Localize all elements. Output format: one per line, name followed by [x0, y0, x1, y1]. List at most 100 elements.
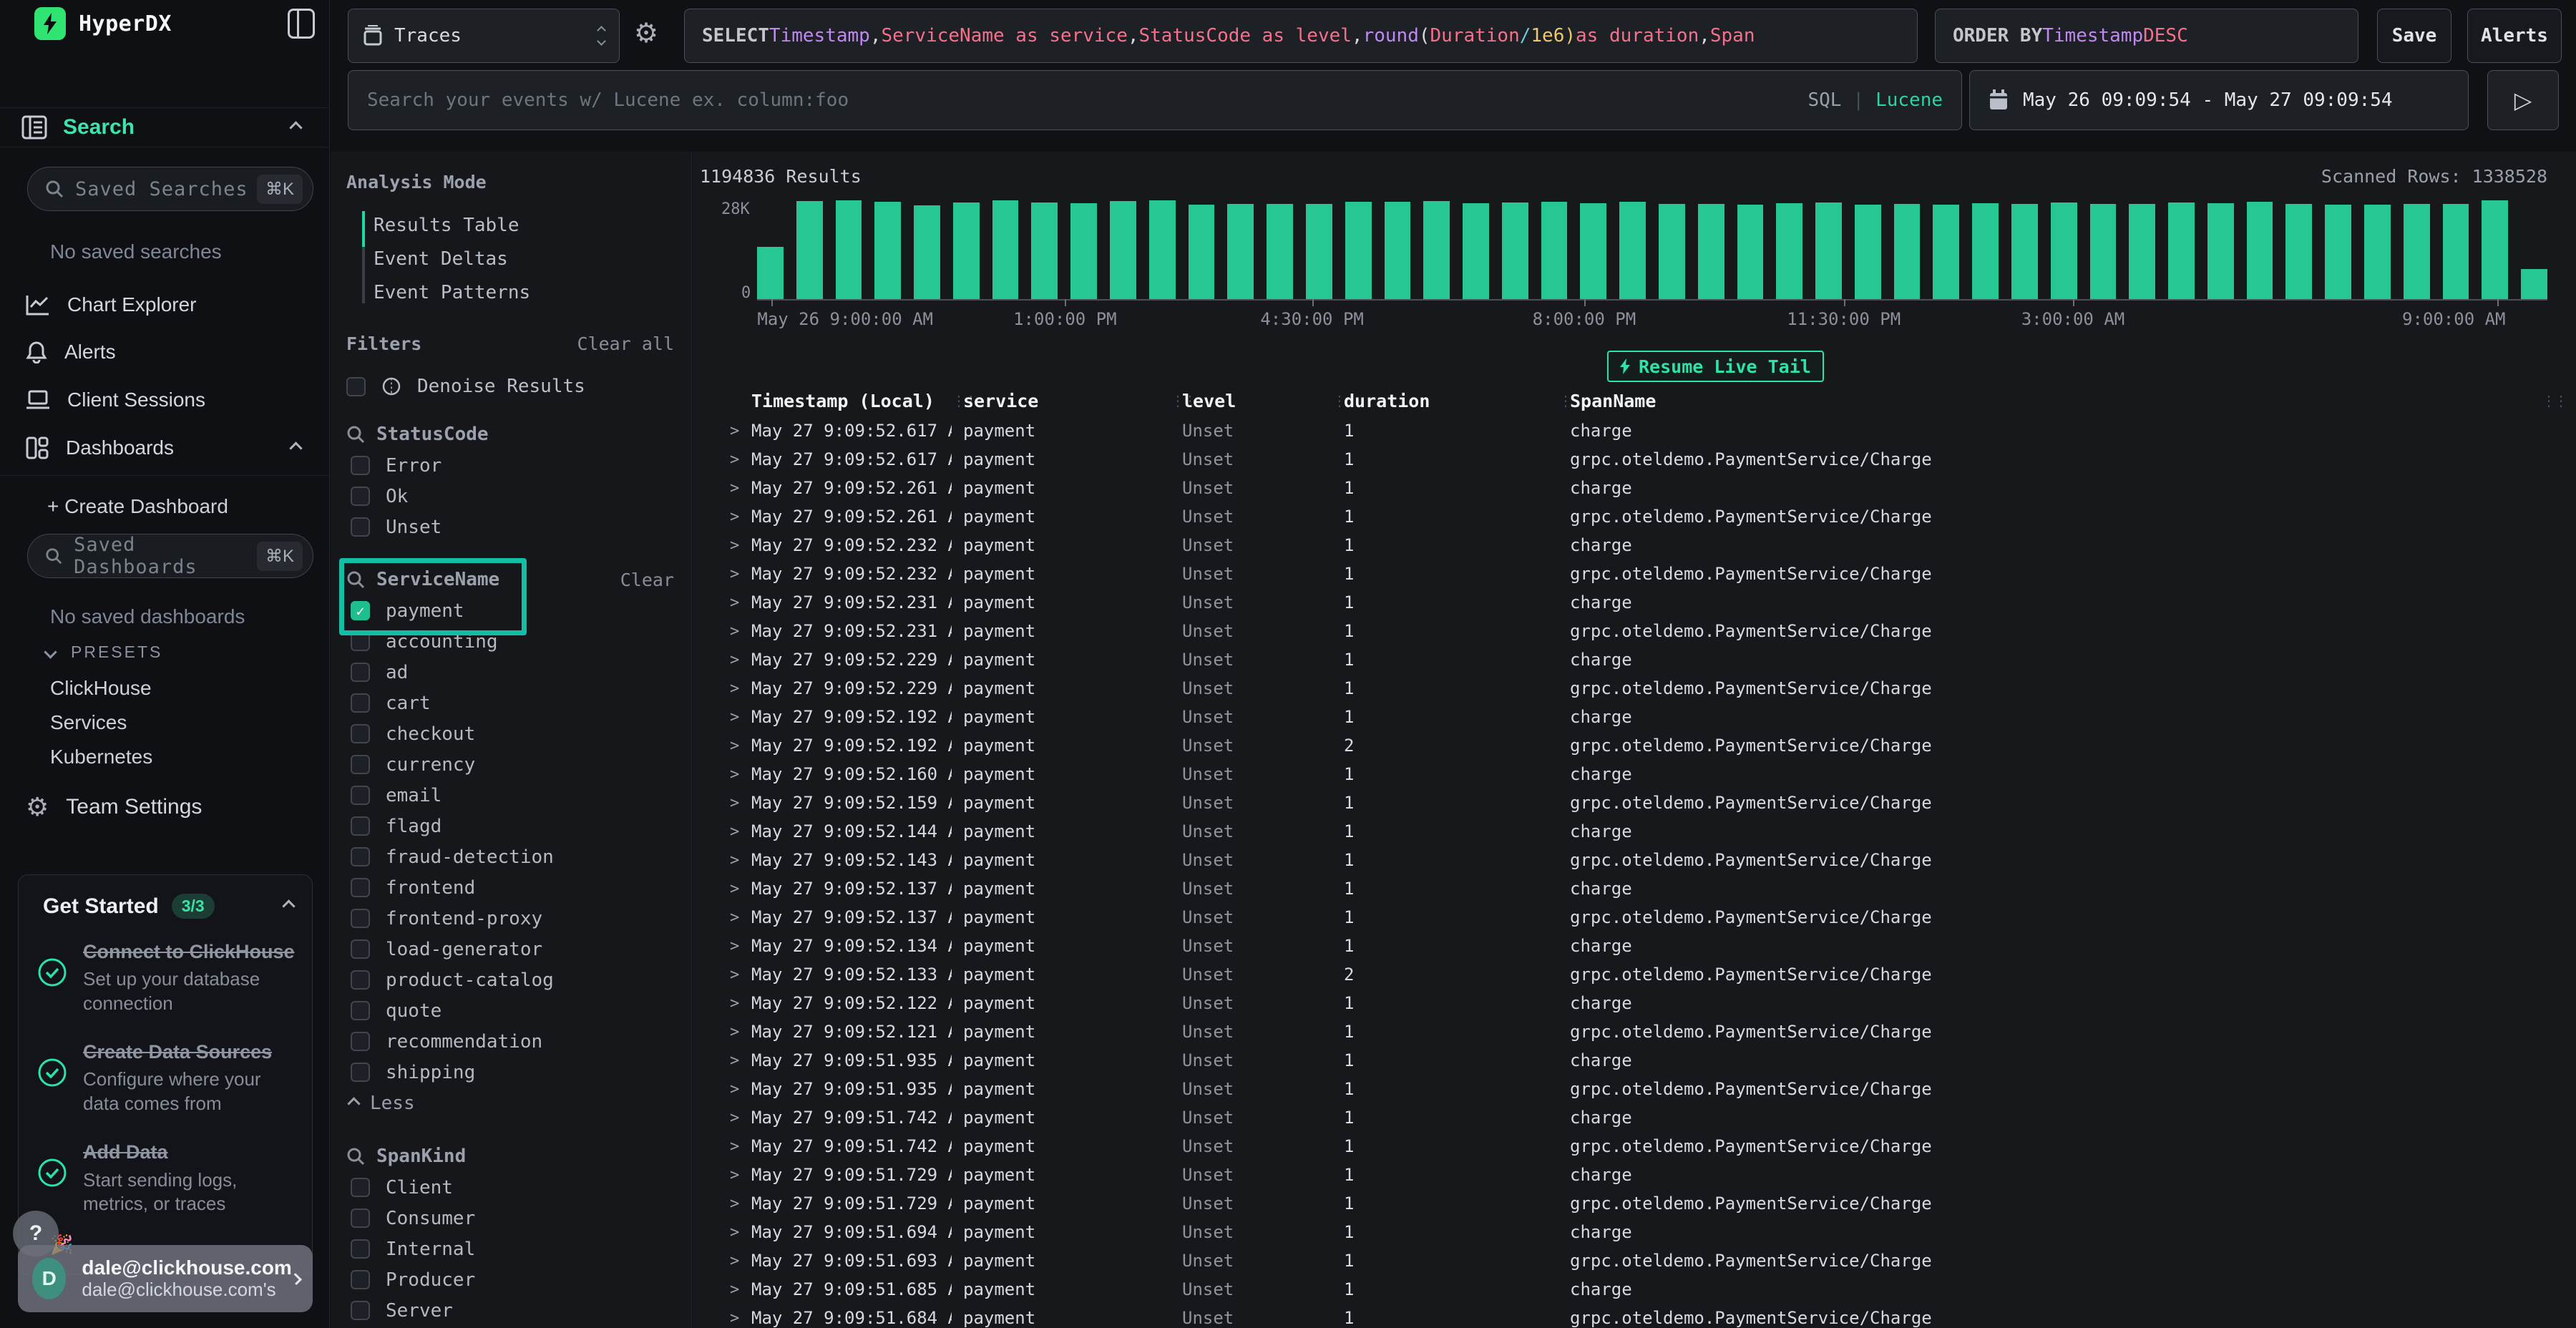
histogram-bar[interactable] — [2443, 204, 2469, 299]
table-row[interactable]: >May 27 9:09:52.192 AMpaymentUnset1charg… — [693, 703, 2576, 731]
row-expand-icon[interactable]: > — [730, 794, 751, 812]
filter-checkbox-item[interactable]: Server — [346, 1295, 674, 1326]
sidebar-item-dashboards[interactable]: Dashboards — [0, 428, 329, 468]
analysis-mode-results-table[interactable]: Results Table — [374, 208, 674, 242]
row-expand-icon[interactable]: > — [730, 1224, 751, 1241]
table-row[interactable]: >May 27 9:09:52.192 AMpaymentUnset2grpc.… — [693, 731, 2576, 760]
row-expand-icon[interactable]: > — [730, 651, 751, 669]
histogram-bar[interactable] — [1110, 201, 1136, 299]
saved-searches-input[interactable]: Saved Searches ⌘K — [27, 167, 313, 211]
analysis-mode-event-patterns[interactable]: Event Patterns — [374, 275, 674, 309]
filter-checkbox-item[interactable]: shipping — [346, 1057, 674, 1088]
histogram-bar[interactable] — [1189, 205, 1215, 299]
row-expand-icon[interactable]: > — [730, 1252, 751, 1270]
row-expand-icon[interactable]: > — [730, 937, 751, 955]
table-row[interactable]: >May 27 9:09:52.617 AMpaymentUnset1charg… — [693, 416, 2576, 445]
row-expand-icon[interactable]: > — [730, 909, 751, 927]
row-expand-icon[interactable]: > — [730, 1023, 751, 1041]
row-expand-icon[interactable]: > — [730, 851, 751, 869]
filter-checkbox-item[interactable]: flagd — [346, 811, 674, 841]
table-row[interactable]: >May 27 9:09:52.144 AMpaymentUnset1charg… — [693, 817, 2576, 846]
filter-checkbox-item[interactable]: quote — [346, 995, 674, 1026]
checkbox-icon[interactable] — [351, 786, 370, 805]
clear-all-button[interactable]: Clear all — [577, 333, 674, 354]
checkbox-icon[interactable] — [351, 1063, 370, 1082]
row-expand-icon[interactable]: > — [730, 823, 751, 841]
chevron-up-icon[interactable] — [289, 441, 302, 454]
preset-kubernetes[interactable]: Kubernetes — [50, 746, 152, 768]
help-button[interactable]: ? — [13, 1211, 59, 1256]
row-expand-icon[interactable]: > — [730, 995, 751, 1012]
sidebar-collapse-icon[interactable] — [288, 9, 315, 39]
histogram-bar[interactable] — [1580, 203, 1606, 299]
mode-sql-toggle[interactable]: SQL — [1807, 89, 1841, 111]
filter-checkbox-item[interactable]: frontend — [346, 872, 674, 903]
histogram-bar[interactable] — [1385, 202, 1411, 299]
checkbox-icon[interactable] — [351, 939, 370, 959]
table-row[interactable]: >May 27 9:09:52.231 AMpaymentUnset1grpc.… — [693, 617, 2576, 645]
table-row[interactable]: >May 27 9:09:52.617 AMpaymentUnset1grpc.… — [693, 445, 2576, 474]
get-started-item[interactable]: Add DataStart sending logs, metrics, or … — [19, 1126, 312, 1226]
filter-checkbox-item[interactable]: Internal — [346, 1234, 674, 1264]
row-expand-icon[interactable]: > — [730, 565, 751, 583]
checkbox-icon[interactable] — [351, 816, 370, 836]
date-range-picker[interactable]: May 26 09:09:54 - May 27 09:09:54 — [1969, 70, 2469, 130]
filter-checkbox-item[interactable]: recommendation — [346, 1026, 674, 1057]
row-expand-icon[interactable]: > — [730, 1052, 751, 1070]
table-row[interactable]: >May 27 9:09:51.935 AMpaymentUnset1charg… — [693, 1046, 2576, 1075]
row-expand-icon[interactable]: > — [730, 1138, 751, 1156]
filter-checkbox-item[interactable]: currency — [346, 749, 674, 780]
checkbox-icon[interactable] — [351, 724, 370, 743]
mode-lucene-toggle[interactable]: Lucene — [1875, 89, 1943, 111]
table-row[interactable]: >May 27 9:09:52.261 AMpaymentUnset1grpc.… — [693, 502, 2576, 531]
histogram-bar[interactable] — [2325, 205, 2351, 299]
row-expand-icon[interactable]: > — [730, 1195, 751, 1213]
table-row[interactable]: >May 27 9:09:51.742 AMpaymentUnset1grpc.… — [693, 1132, 2576, 1161]
table-row[interactable]: >May 27 9:09:52.159 AMpaymentUnset1grpc.… — [693, 788, 2576, 817]
table-row[interactable]: >May 27 9:09:52.134 AMpaymentUnset1charg… — [693, 932, 2576, 960]
histogram-bar[interactable] — [1502, 202, 1528, 299]
histogram-bar[interactable] — [1070, 203, 1097, 299]
checkbox-icon[interactable] — [351, 970, 370, 990]
histogram-bar[interactable] — [836, 200, 862, 299]
histogram-bar[interactable] — [2521, 269, 2547, 299]
presets-toggle[interactable]: PRESETS — [46, 643, 162, 662]
checkbox-icon[interactable] — [351, 517, 370, 537]
table-row[interactable]: >May 27 9:09:51.729 AMpaymentUnset1grpc.… — [693, 1189, 2576, 1218]
table-row[interactable]: >May 27 9:09:52.122 AMpaymentUnset1charg… — [693, 989, 2576, 1017]
sidebar-section-search[interactable]: Search — [0, 107, 329, 147]
checkbox-icon[interactable] — [351, 1270, 370, 1289]
checkbox-icon[interactable] — [351, 487, 370, 506]
histogram-bar[interactable] — [992, 200, 1019, 299]
chevron-up-icon[interactable] — [282, 899, 295, 912]
filter-checkbox-item[interactable]: Ok — [346, 481, 674, 512]
column-resize-handle[interactable]: ⋮⋮ — [952, 397, 963, 405]
checkbox-icon[interactable] — [351, 1032, 370, 1051]
saved-dashboards-input[interactable]: Saved Dashboards ⌘K — [27, 534, 313, 578]
create-dashboard-button[interactable]: + Create Dashboard — [0, 487, 329, 527]
table-row[interactable]: >May 27 9:09:52.232 AMpaymentUnset1grpc.… — [693, 560, 2576, 588]
table-row[interactable]: >May 27 9:09:51.729 AMpaymentUnset1charg… — [693, 1161, 2576, 1189]
histogram-bar[interactable] — [1972, 203, 1999, 299]
row-expand-icon[interactable]: > — [730, 422, 751, 440]
resume-live-tail-button[interactable]: Resume Live Tail — [1607, 351, 1824, 382]
table-row[interactable]: >May 27 9:09:52.229 AMpaymentUnset1grpc.… — [693, 674, 2576, 703]
row-expand-icon[interactable]: > — [730, 508, 751, 526]
filter-checkbox-item[interactable]: fraud-detection — [346, 841, 674, 872]
table-row[interactable]: >May 27 9:09:52.229 AMpaymentUnset1charg… — [693, 645, 2576, 674]
histogram-bar[interactable] — [1698, 204, 1724, 299]
table-row[interactable]: >May 27 9:09:52.231 AMpaymentUnset1charg… — [693, 588, 2576, 617]
histogram-bar[interactable] — [1737, 205, 1764, 299]
table-row[interactable]: >May 27 9:09:52.160 AMpaymentUnset1charg… — [693, 760, 2576, 788]
histogram-bar[interactable] — [2129, 204, 2155, 299]
histogram-bar[interactable] — [1855, 205, 1881, 299]
filter-group-clear-button[interactable]: Clear — [620, 570, 674, 590]
histogram-bar[interactable] — [2404, 204, 2430, 299]
checkbox-icon[interactable] — [351, 663, 370, 682]
table-row[interactable]: >May 27 9:09:51.935 AMpaymentUnset1grpc.… — [693, 1075, 2576, 1103]
histogram-bar[interactable] — [1149, 200, 1176, 299]
histogram-bar[interactable] — [2051, 202, 2077, 299]
histogram-bar[interactable] — [2090, 204, 2117, 299]
sidebar-item-client-sessions[interactable]: Client Sessions — [0, 380, 329, 420]
row-expand-icon[interactable]: > — [730, 537, 751, 555]
